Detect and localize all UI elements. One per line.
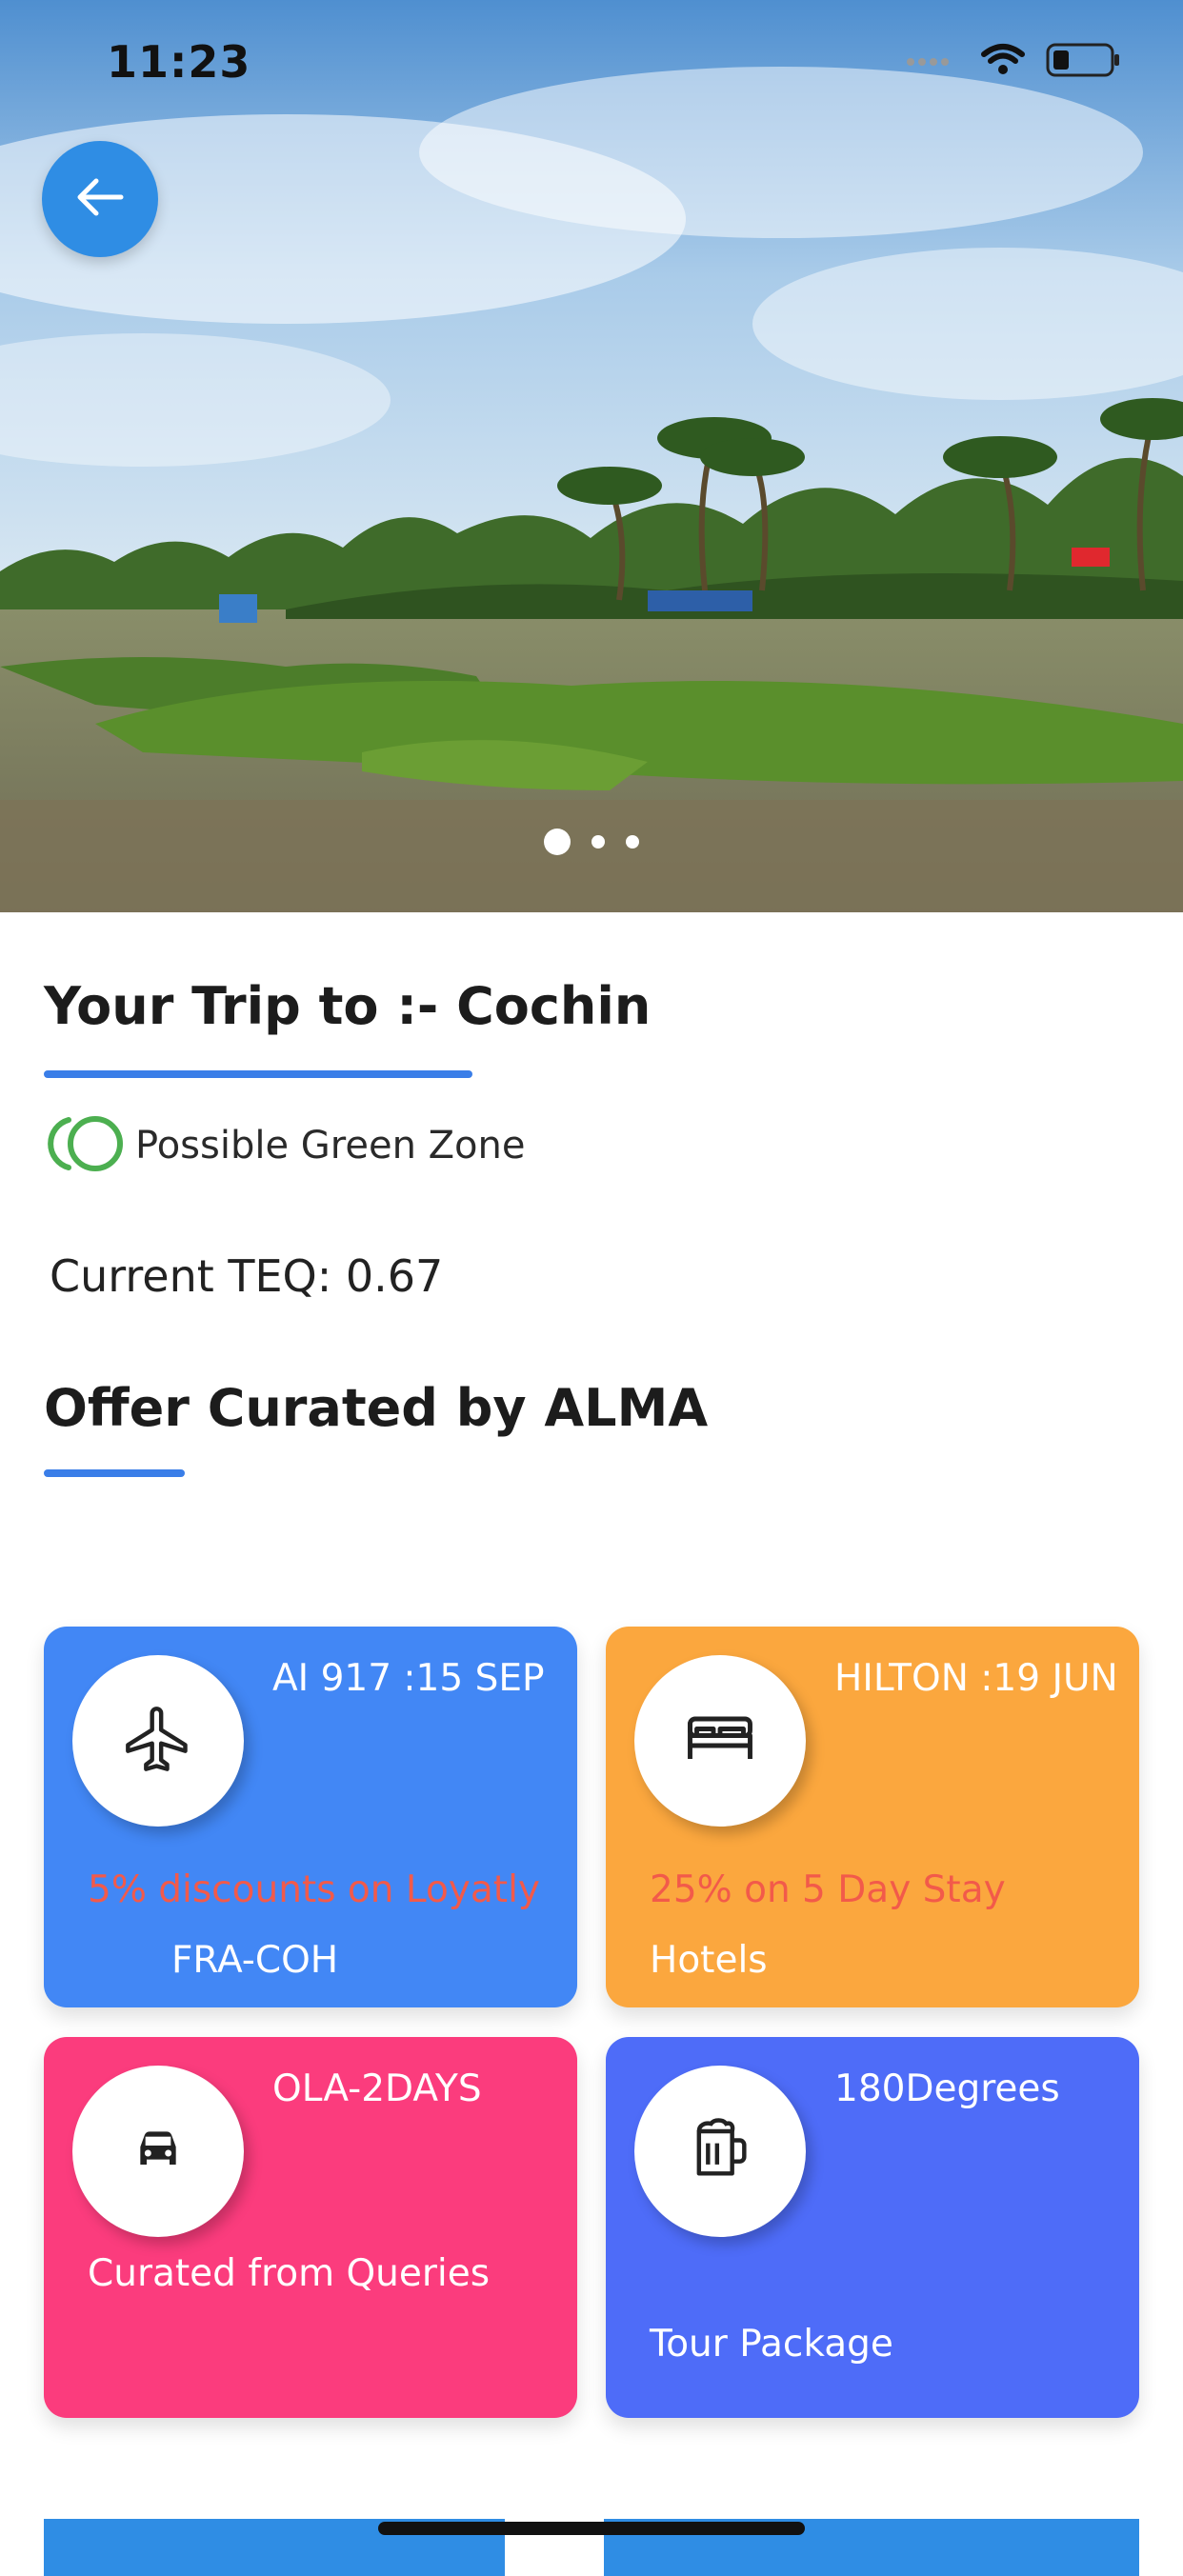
card-category-text: Tour Package	[650, 2323, 893, 2366]
carousel-dot-3[interactable]	[626, 835, 639, 849]
card-icon-badge	[72, 2066, 244, 2237]
beer-mug-icon	[684, 2113, 756, 2189]
offer-card-hotel[interactable]: HILTON :19 JUN 25% on 5 Day Stay Hotels	[606, 1627, 1139, 2007]
current-teq: Current TEQ: 0.67	[50, 1250, 444, 1302]
green-zone-indicator: Possible Green Zone	[44, 1112, 525, 1179]
airplane-icon	[122, 1703, 194, 1779]
card-icon-badge	[72, 1655, 244, 1827]
carousel-dot-1[interactable]	[544, 829, 571, 855]
battery-icon	[1046, 42, 1122, 82]
carousel-indicator	[0, 829, 1183, 855]
offer-card-tour[interactable]: 180Degrees Tour Package	[606, 2037, 1139, 2418]
arrow-left-icon	[71, 169, 129, 230]
green-zone-label: Possible Green Zone	[135, 1124, 526, 1168]
trip-title: Your Trip to :- Cochin	[44, 976, 652, 1036]
offer-card-flight[interactable]: AI 917 :15 SEP 5% discounts on Loyatly F…	[44, 1627, 577, 2007]
card-icon-badge	[634, 1655, 806, 1827]
hero-image	[0, 0, 1183, 912]
card-offer-text: 5% discounts on Loyatly	[88, 1868, 540, 1911]
green-zone-icon	[44, 1112, 126, 1179]
trip-title-underline	[44, 1070, 472, 1078]
card-route-text: FRA-COH	[171, 1939, 339, 1982]
carousel-dot-2[interactable]	[592, 835, 605, 849]
back-button[interactable]	[42, 141, 158, 257]
card-icon-badge	[634, 2066, 806, 2237]
offer-card-cab[interactable]: OLA-2DAYS Curated from Queries	[44, 2037, 577, 2418]
card-header: 180Degrees	[834, 2067, 1060, 2110]
bed-icon	[680, 1699, 760, 1783]
card-header: AI 917 :15 SEP	[272, 1657, 545, 1700]
status-bar: 11:23	[0, 0, 1183, 124]
car-icon	[128, 2119, 189, 2184]
card-header: HILTON :19 JUN	[834, 1657, 1118, 1700]
card-offer-text: Curated from Queries	[88, 2252, 491, 2295]
card-offer-text: 25% on 5 Day Stay	[650, 1868, 1006, 1911]
wifi-icon	[981, 43, 1025, 81]
offers-title-underline	[44, 1469, 185, 1477]
card-header: OLA-2DAYS	[272, 2067, 482, 2110]
card-category-text: Hotels	[650, 1939, 768, 1982]
offers-title: Offer Curated by ALMA	[44, 1378, 709, 1438]
home-indicator[interactable]	[378, 2522, 805, 2535]
status-time: 11:23	[107, 36, 251, 88]
signal-icon	[905, 52, 960, 71]
